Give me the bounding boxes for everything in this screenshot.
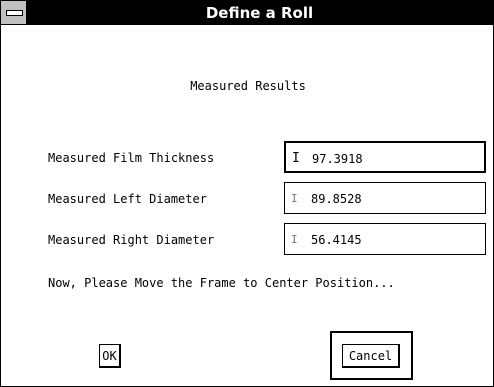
system-menu-icon [6,10,23,16]
cancel-button[interactable]: Cancel [342,344,400,368]
left-diameter-field[interactable]: I 89.8528 [284,182,486,214]
film-thickness-label: Measured Film Thickness [48,151,215,165]
title-bar[interactable]: Define a Roll [1,1,493,25]
film-thickness-value: 97.3918 [312,152,363,166]
left-diameter-label: Measured Left Diameter [48,192,207,206]
text-cursor-icon: I [291,233,298,246]
dialog-window: Define a Roll Measured Results Measured … [0,0,494,387]
ok-button[interactable]: OK [99,344,121,368]
right-diameter-field[interactable]: I 56.4145 [284,223,486,255]
right-diameter-label: Measured Right Diameter [48,233,215,247]
right-diameter-value: 56.4145 [311,233,362,247]
window-title: Define a Roll [205,4,314,22]
film-thickness-field[interactable]: I 97.3918 [284,141,486,173]
status-message: Now, Please Move the Frame to Center Pos… [48,276,395,290]
section-heading: Measured Results [190,79,306,93]
text-cursor-icon: I [292,151,300,166]
system-menu-button[interactable] [1,1,27,25]
left-diameter-value: 89.8528 [311,192,362,206]
text-cursor-icon: I [291,192,298,205]
